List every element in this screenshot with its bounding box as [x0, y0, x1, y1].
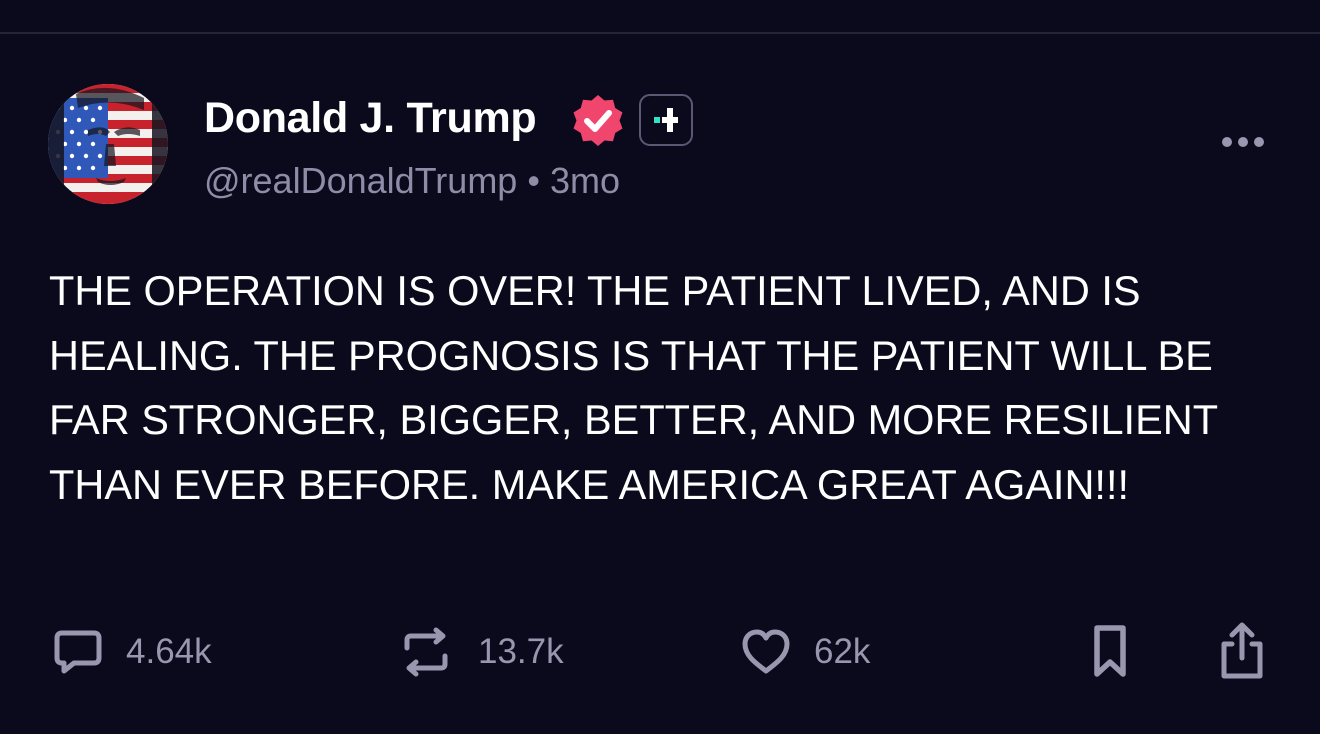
post-timestamp[interactable]: 3mo — [550, 160, 620, 201]
reply-icon — [54, 630, 102, 674]
reply-button[interactable]: 4.64k — [52, 620, 212, 684]
bookmark-icon[interactable] — [1086, 622, 1134, 680]
reply-count: 4.64k — [126, 632, 212, 671]
like-count: 62k — [814, 632, 871, 671]
meta-separator: • — [527, 160, 540, 201]
repost-count: 13.7k — [478, 632, 564, 671]
post-body-text: THE OPERATION IS OVER! THE PATIENT LIVED… — [49, 267, 1218, 508]
repost-icon — [404, 627, 448, 677]
repost-button[interactable]: 13.7k — [396, 620, 564, 684]
post-card: Donald J. Trump @realDonaldTrump • 3mo T… — [0, 0, 1320, 734]
avatar-image — [48, 84, 168, 204]
verified-badge-icon — [573, 95, 623, 146]
more-horizontal-icon[interactable] — [1214, 124, 1274, 160]
author-meta: @realDonaldTrump • 3mo — [204, 160, 620, 202]
heart-icon — [742, 629, 790, 674]
like-button[interactable]: 62k — [740, 620, 870, 684]
share-icon[interactable] — [1214, 620, 1270, 682]
divider — [0, 32, 1320, 34]
author-handle[interactable]: @realDonaldTrump — [204, 160, 517, 201]
avatar[interactable] — [48, 84, 168, 204]
plus-badge-icon[interactable] — [639, 94, 693, 146]
author-display-name[interactable]: Donald J. Trump — [204, 94, 537, 143]
